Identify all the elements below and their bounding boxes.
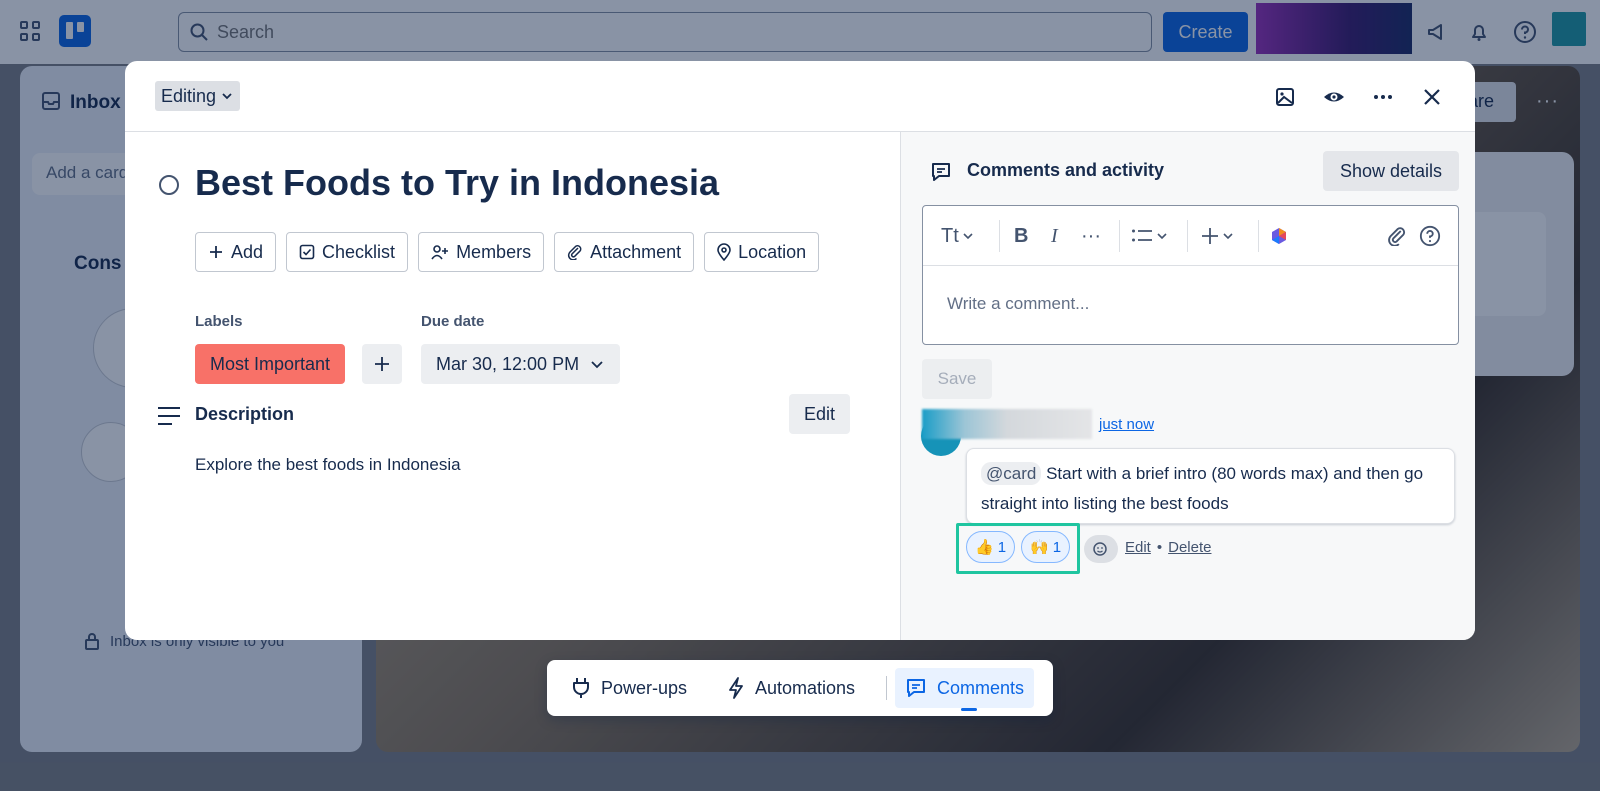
editor-toolbar: Tt B I ··· bbox=[923, 206, 1458, 266]
location-pin-icon bbox=[717, 243, 731, 261]
description-lines-icon bbox=[158, 407, 180, 425]
editing-label: Editing bbox=[161, 85, 217, 106]
label-most-important[interactable]: Most Important bbox=[195, 344, 346, 384]
comments-tab[interactable]: Comments bbox=[895, 668, 1035, 708]
toolbar-divider bbox=[999, 220, 1000, 252]
ai-logo-icon bbox=[1272, 228, 1286, 244]
power-ups-tab[interactable]: Power-ups bbox=[561, 668, 697, 708]
card-title[interactable]: Best Foods to Try in Indonesia bbox=[195, 162, 719, 204]
dock-divider bbox=[886, 676, 887, 700]
reaction-count: 1 bbox=[997, 538, 1007, 556]
list-dropdown[interactable] bbox=[1131, 223, 1168, 249]
checklist-button[interactable]: Checklist bbox=[286, 232, 409, 272]
insert-dropdown[interactable] bbox=[1201, 223, 1234, 249]
chevron-down-icon bbox=[591, 361, 603, 369]
toolbar-divider bbox=[1258, 220, 1259, 252]
location-label: Location bbox=[738, 241, 807, 262]
more-options-icon[interactable] bbox=[1368, 82, 1398, 112]
comment-icon bbox=[907, 679, 925, 697]
due-date-heading: Due date bbox=[421, 313, 485, 330]
description-edit-button[interactable]: Edit bbox=[789, 394, 850, 434]
plus-icon bbox=[210, 246, 222, 258]
description-title: Description bbox=[195, 404, 295, 424]
modal-header: Editing bbox=[125, 61, 1475, 132]
reaction-thumbs-up[interactable]: 👍 1 bbox=[966, 531, 1016, 563]
card-main-column: Best Foods to Try in Indonesia Add Check… bbox=[125, 132, 900, 640]
paperclip-icon bbox=[1388, 227, 1406, 246]
description-text[interactable]: Explore the best foods in Indonesia bbox=[195, 455, 461, 475]
attachment-button[interactable]: Attachment bbox=[554, 232, 695, 272]
toolbar-divider bbox=[1187, 220, 1188, 252]
plus-icon bbox=[1202, 228, 1218, 244]
card-actions: Add Checklist Members Attachment Locatio… bbox=[195, 232, 820, 272]
add-label-button[interactable] bbox=[362, 344, 402, 384]
comments-activity-panel: Comments and activity Show details Tt B … bbox=[900, 132, 1475, 640]
checklist-icon bbox=[299, 244, 315, 260]
chevron-down-icon bbox=[963, 233, 973, 240]
reaction-count: 1 bbox=[1052, 538, 1062, 556]
due-date-button[interactable]: Mar 30, 12:00 PM bbox=[421, 344, 621, 384]
save-comment-button[interactable]: Save bbox=[922, 359, 992, 399]
bold-button[interactable]: B bbox=[1014, 223, 1028, 249]
add-reaction-button[interactable] bbox=[1084, 535, 1118, 563]
chevron-down-icon bbox=[1157, 233, 1167, 240]
comment-actions: Edit • Delete bbox=[1125, 539, 1211, 556]
formatting-help-button[interactable] bbox=[1419, 223, 1441, 249]
complete-toggle[interactable] bbox=[159, 175, 179, 195]
edit-comment-link[interactable]: Edit bbox=[1125, 539, 1151, 556]
paperclip-icon bbox=[568, 245, 582, 260]
bottom-dock: Power-ups Automations Comments bbox=[547, 660, 1053, 716]
comment-bubble: @card Start with a brief intro (80 words… bbox=[966, 448, 1455, 524]
atlassian-intelligence-button[interactable] bbox=[1271, 223, 1287, 249]
comment-action-separator: • bbox=[1156, 539, 1163, 556]
close-icon[interactable] bbox=[1417, 82, 1447, 112]
more-formatting-button[interactable]: ··· bbox=[1081, 223, 1101, 249]
card-mention[interactable]: @card bbox=[981, 462, 1042, 485]
labels-heading: Labels bbox=[195, 313, 243, 330]
editing-dropdown[interactable]: Editing bbox=[155, 81, 241, 111]
checklist-label: Checklist bbox=[322, 241, 396, 262]
add-label: Add bbox=[231, 241, 264, 262]
due-date-value: Mar 30, 12:00 PM bbox=[436, 353, 580, 374]
bullet-list-icon bbox=[1132, 229, 1152, 242]
add-emoji-icon bbox=[1093, 542, 1107, 556]
add-button[interactable]: Add bbox=[195, 232, 277, 272]
attachment-label: Attachment bbox=[590, 241, 682, 262]
attach-file-button[interactable] bbox=[1387, 223, 1407, 249]
text-style-dropdown[interactable]: Tt bbox=[941, 223, 974, 249]
comments-label: Comments bbox=[937, 677, 1025, 698]
chevron-down-icon bbox=[222, 93, 232, 100]
members-button[interactable]: Members bbox=[418, 232, 545, 272]
raised-hands-emoji-icon: 🙌 bbox=[1030, 539, 1049, 556]
comment-input[interactable]: Write a comment... bbox=[947, 294, 1089, 314]
comment-timestamp[interactable]: just now bbox=[1099, 416, 1154, 433]
cover-image-icon[interactable] bbox=[1270, 82, 1300, 112]
reaction-raised-hands[interactable]: 🙌 1 bbox=[1021, 531, 1071, 563]
plug-icon bbox=[573, 678, 589, 698]
power-ups-label: Power-ups bbox=[601, 677, 688, 698]
lightning-icon bbox=[729, 677, 743, 699]
chevron-down-icon bbox=[1223, 233, 1233, 240]
commenter-name-redacted bbox=[922, 409, 1092, 439]
thumbs-up-emoji-icon: 👍 bbox=[975, 539, 994, 556]
help-icon bbox=[1419, 225, 1441, 247]
members-label: Members bbox=[456, 241, 532, 262]
comments-activity-title: Comments and activity bbox=[967, 160, 1165, 180]
watch-eye-icon[interactable] bbox=[1319, 82, 1349, 112]
comment-editor[interactable]: Tt B I ··· Write a comment... bbox=[922, 205, 1459, 345]
delete-comment-link[interactable]: Delete bbox=[1168, 539, 1211, 556]
location-button[interactable]: Location bbox=[704, 232, 820, 272]
plus-icon bbox=[375, 357, 389, 371]
automations-tab[interactable]: Automations bbox=[717, 668, 865, 708]
active-tab-indicator bbox=[961, 708, 977, 711]
italic-button[interactable]: I bbox=[1051, 223, 1058, 249]
comment-icon bbox=[932, 163, 950, 181]
automations-label: Automations bbox=[755, 677, 856, 698]
card-detail-modal: Editing Best Foods to Try in Indonesia A… bbox=[125, 61, 1475, 640]
text-style-label: Tt bbox=[941, 224, 959, 247]
comment-text: Start with a brief intro (80 words max) … bbox=[981, 464, 1424, 513]
add-person-icon bbox=[431, 245, 449, 260]
toolbar-divider bbox=[1119, 220, 1120, 252]
show-details-button[interactable]: Show details bbox=[1323, 151, 1459, 191]
